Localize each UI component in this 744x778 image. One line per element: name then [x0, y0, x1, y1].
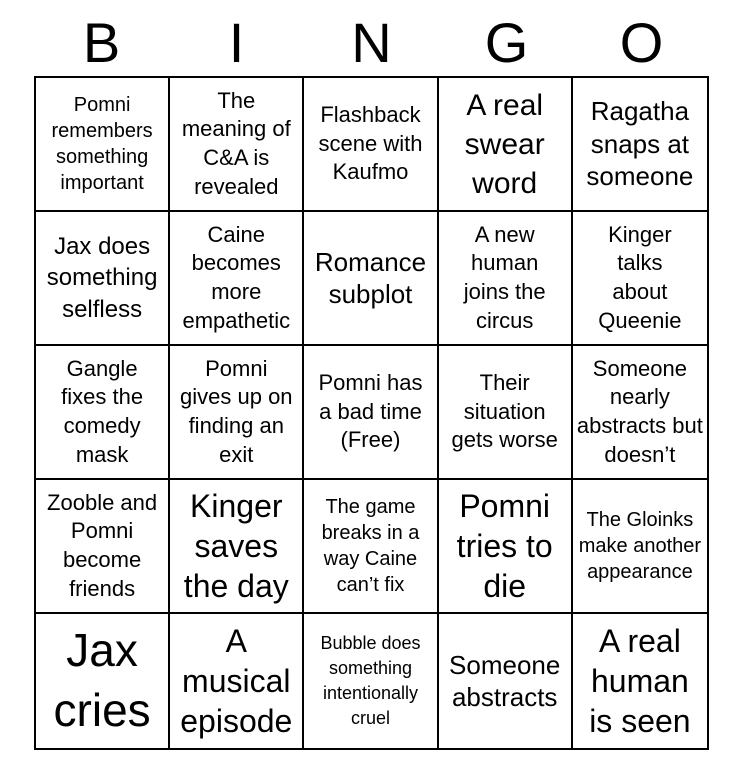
cell-text: The Gloinks make another appearance	[578, 509, 702, 583]
bingo-cell[interactable]: Pomni tries to die	[438, 480, 573, 614]
bingo-cell[interactable]: Ragatha snaps at someone	[572, 78, 707, 212]
bingo-header: B I N G O	[34, 6, 709, 76]
cell-text: Pomni remembers something important	[51, 94, 153, 194]
header-letter-o: O	[619, 11, 664, 74]
header-letter-g: G	[484, 11, 529, 74]
bingo-cell[interactable]: Their situation gets worse	[438, 346, 573, 480]
bingo-cell[interactable]: Kinger talks about Queenie	[572, 212, 707, 346]
bingo-cell[interactable]: A new human joins the circus	[438, 212, 573, 346]
bingo-cell[interactable]: Gangle fixes the comedy mask	[36, 346, 171, 480]
header-letter-i: I	[228, 11, 245, 74]
bingo-cell[interactable]: A musical episode	[170, 614, 305, 748]
bingo-cell[interactable]: Caine becomes more empathetic	[170, 212, 305, 346]
cell-text: Ragatha snaps at someone	[586, 96, 694, 192]
cell-text: Pomni gives up on finding an exit	[180, 355, 293, 467]
cell-text: The meaning of C&A is revealed	[181, 87, 291, 199]
bingo-cell[interactable]: The Gloinks make another appearance	[572, 480, 707, 614]
cell-text: Kinger talks about Queenie	[598, 221, 682, 333]
bingo-cell[interactable]: Jax does something selfless	[36, 212, 171, 346]
cell-text: Someone nearly abstracts but doesn’t	[576, 355, 703, 467]
bingo-cell[interactable]: A real human is seen	[573, 614, 707, 748]
bingo-cell[interactable]: Kinger saves the day	[170, 480, 305, 614]
cell-text: Jax does something selfless	[46, 233, 158, 323]
cell-text: A real human is seen	[589, 623, 691, 739]
bingo-cell[interactable]: Pomni remembers something important	[36, 78, 171, 212]
cell-text: Gangle fixes the comedy mask	[61, 355, 144, 467]
bingo-cell[interactable]: A real swear word	[438, 78, 573, 212]
cell-text: A new human joins the circus	[463, 221, 546, 333]
cell-text: Flashback scene with Kaufmo	[318, 102, 423, 185]
free-space-cell[interactable]: Pomni has a bad time (Free)	[304, 346, 439, 480]
bingo-cell[interactable]: Flashback scene with Kaufmo	[304, 78, 439, 212]
cell-text: Zooble and Pomni become friends	[47, 489, 158, 601]
bingo-cell[interactable]: The game breaks in a way Caine can’t fix	[304, 480, 439, 614]
bingo-cell[interactable]: Jax cries	[36, 614, 171, 748]
bingo-cell[interactable]: Bubble does something intentionally crue…	[304, 614, 439, 748]
cell-text: Pomni has a bad time (Free)	[318, 370, 423, 453]
cell-text: Pomni tries to die	[456, 488, 553, 604]
header-letter-n: N	[351, 11, 392, 74]
bingo-board: Pomni remembers something important The …	[34, 76, 709, 750]
cell-text: Caine becomes more empathetic	[182, 221, 291, 333]
cell-text: Jax cries	[53, 624, 151, 736]
bingo-cell[interactable]: Pomni gives up on finding an exit	[170, 346, 305, 480]
bingo-cell[interactable]: Someone nearly abstracts but doesn’t	[572, 346, 707, 480]
bingo-cell[interactable]: Zooble and Pomni become friends	[36, 480, 171, 614]
header-letter-b: B	[82, 11, 121, 74]
cell-text: Their situation gets worse	[451, 370, 558, 453]
bingo-cell cell-center-row[interactable]: Romance subplot	[304, 212, 439, 346]
cell-text: Someone abstracts	[449, 649, 561, 713]
cell-text: A musical episode	[180, 623, 293, 739]
cell-text: A real swear word	[464, 88, 545, 200]
cell-text: Romance subplot	[314, 246, 427, 310]
cell-text: Bubble does something intentionally crue…	[320, 632, 421, 729]
cell-text: The game breaks in a way Caine can’t fix	[321, 496, 420, 596]
cell-text: Kinger saves the day	[183, 488, 289, 604]
bingo-cell[interactable]: Someone abstracts	[439, 614, 573, 748]
bingo-cell[interactable]: The meaning of C&A is revealed	[170, 78, 305, 212]
